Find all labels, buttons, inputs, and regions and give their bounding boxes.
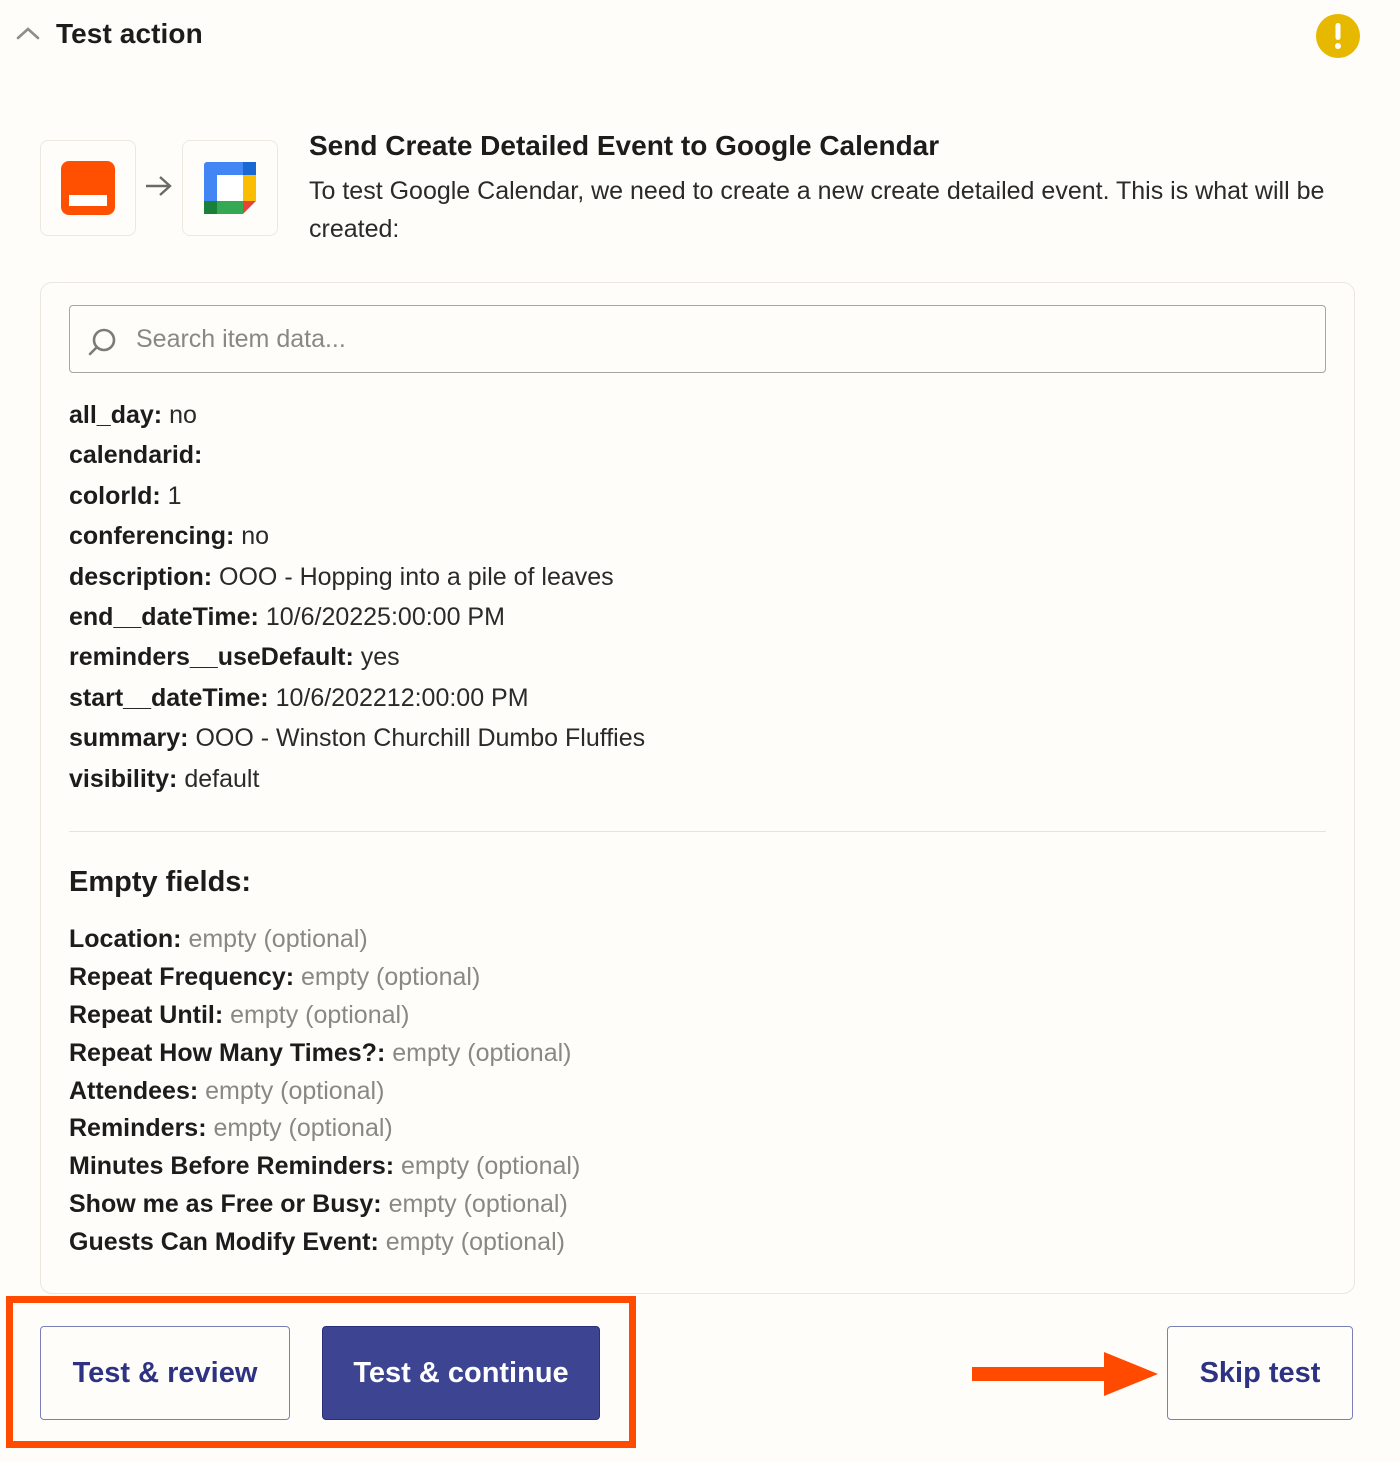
field-row: colorId: 1 bbox=[69, 476, 645, 516]
empty-field-value: empty (optional) bbox=[205, 1076, 385, 1105]
empty-field-row: Show me as Free or Busy: empty (optional… bbox=[69, 1185, 580, 1223]
empty-field-row: Location: empty (optional) bbox=[69, 920, 580, 958]
empty-field-key: Reminders: bbox=[69, 1114, 207, 1143]
field-key: colorId: bbox=[69, 481, 161, 510]
search-input[interactable] bbox=[134, 306, 1308, 372]
empty-field-value: empty (optional) bbox=[388, 1190, 568, 1219]
source-app-tile bbox=[40, 140, 136, 236]
empty-field-value: empty (optional) bbox=[230, 1000, 410, 1029]
field-row: description: OOO - Hopping into a pile o… bbox=[69, 557, 645, 597]
action-description: To test Google Calendar, we need to crea… bbox=[309, 177, 1325, 243]
field-key: visibility: bbox=[69, 764, 178, 793]
field-row: reminders__useDefault: yes bbox=[69, 637, 645, 677]
field-row: start__dateTime: 10/6/202212:00:00 PM bbox=[69, 678, 645, 718]
field-row: all_day: no bbox=[69, 395, 645, 435]
empty-field-row: Repeat Until: empty (optional) bbox=[69, 996, 580, 1034]
field-key: reminders__useDefault: bbox=[69, 643, 354, 672]
skip-test-button[interactable]: Skip test bbox=[1167, 1326, 1353, 1420]
field-key: all_day: bbox=[69, 401, 163, 429]
empty-field-key: Minutes Before Reminders: bbox=[69, 1152, 395, 1181]
google-calendar-icon bbox=[204, 162, 256, 214]
section-title: Test action bbox=[56, 18, 203, 49]
field-row: conferencing: no bbox=[69, 516, 645, 556]
divider bbox=[69, 831, 1326, 832]
search-field[interactable] bbox=[69, 305, 1326, 373]
field-value: no bbox=[241, 522, 270, 551]
empty-fields-heading: Empty fields: bbox=[69, 866, 252, 898]
empty-field-key: Repeat Frequency: bbox=[69, 962, 295, 991]
empty-field-row: Repeat Frequency: empty (optional) bbox=[69, 958, 580, 996]
field-key: calendarid: bbox=[69, 441, 203, 470]
field-value: 1 bbox=[167, 481, 182, 510]
warning-icon bbox=[1316, 14, 1360, 58]
field-value: OOO - Winston Churchill Dumbo Fluffies bbox=[195, 724, 646, 753]
empty-field-value: empty (optional) bbox=[188, 925, 368, 953]
field-key: start__dateTime: bbox=[69, 683, 269, 712]
empty-field-list: Location: empty (optional) Repeat Freque… bbox=[69, 920, 580, 1261]
arrow-right-icon bbox=[146, 176, 172, 196]
annotation-arrow-icon bbox=[972, 1352, 1158, 1396]
empty-field-value: empty (optional) bbox=[401, 1152, 581, 1181]
empty-field-key: Attendees: bbox=[69, 1076, 199, 1105]
search-icon bbox=[88, 328, 116, 356]
empty-field-value: empty (optional) bbox=[392, 1038, 572, 1067]
orange-app-icon bbox=[61, 161, 115, 215]
empty-field-value: empty (optional) bbox=[213, 1114, 393, 1143]
empty-field-key: Repeat Until: bbox=[69, 1000, 224, 1029]
empty-field-value: empty (optional) bbox=[301, 962, 481, 991]
test-continue-button[interactable]: Test & continue bbox=[322, 1326, 600, 1420]
empty-field-key: Repeat How Many Times?: bbox=[69, 1038, 386, 1067]
field-row: calendarid: bbox=[69, 435, 645, 475]
chevron-up-icon[interactable] bbox=[16, 25, 40, 41]
item-data-panel: all_day: no calendarid: colorId: 1 confe… bbox=[40, 282, 1355, 1294]
field-value: yes bbox=[360, 643, 400, 672]
empty-field-row: Guests Can Modify Event: empty (optional… bbox=[69, 1223, 580, 1261]
test-review-button[interactable]: Test & review bbox=[40, 1326, 290, 1420]
empty-field-value: empty (optional) bbox=[385, 1228, 565, 1257]
field-value: no bbox=[169, 401, 197, 429]
empty-field-key: Show me as Free or Busy: bbox=[69, 1190, 382, 1219]
field-value: OOO - Hopping into a pile of leaves bbox=[219, 562, 614, 591]
empty-field-row: Attendees: empty (optional) bbox=[69, 1072, 580, 1110]
field-row: end__dateTime: 10/6/20225:00:00 PM bbox=[69, 597, 645, 637]
field-row: summary: OOO - Winston Churchill Dumbo F… bbox=[69, 718, 645, 758]
empty-field-key: Location: bbox=[69, 925, 182, 953]
field-value: default bbox=[184, 764, 260, 793]
action-title: Send Create Detailed Event to Google Cal… bbox=[309, 130, 940, 161]
section-header[interactable]: Test action bbox=[0, 0, 1400, 72]
field-value: 10/6/20225:00:00 PM bbox=[265, 602, 505, 631]
field-key: description: bbox=[69, 562, 213, 591]
target-app-tile bbox=[182, 140, 278, 236]
field-key: conferencing: bbox=[69, 522, 235, 551]
field-list: all_day: no calendarid: colorId: 1 confe… bbox=[69, 395, 645, 799]
empty-field-key: Guests Can Modify Event: bbox=[69, 1228, 379, 1257]
field-key: summary: bbox=[69, 724, 189, 753]
field-key: end__dateTime: bbox=[69, 602, 259, 631]
empty-field-row: Repeat How Many Times?: empty (optional) bbox=[69, 1034, 580, 1072]
field-value: 10/6/202212:00:00 PM bbox=[275, 683, 529, 712]
field-row: visibility: default bbox=[69, 759, 645, 799]
empty-field-row: Reminders: empty (optional) bbox=[69, 1109, 580, 1147]
empty-field-row: Minutes Before Reminders: empty (optiona… bbox=[69, 1147, 580, 1185]
